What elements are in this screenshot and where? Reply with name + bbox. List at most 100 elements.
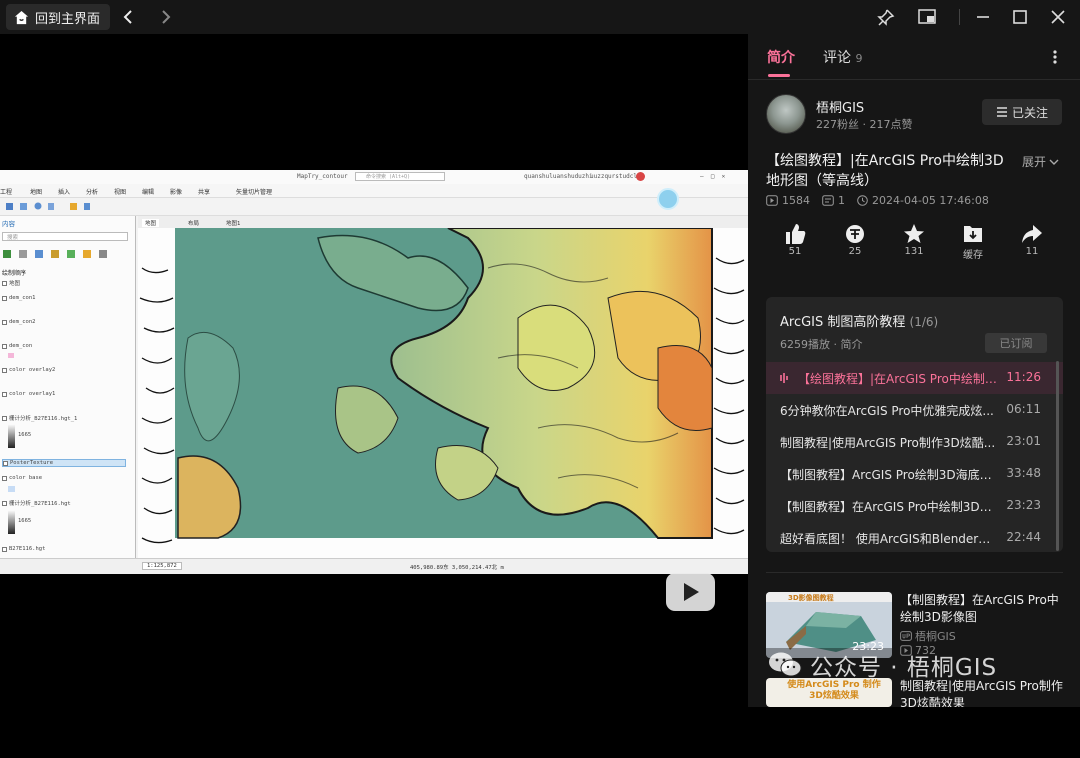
- minimize-icon: [977, 16, 989, 18]
- layer-row: 栅计分析_B27E116.hgt: [2, 499, 71, 507]
- collection-header[interactable]: ArcGIS 制图高阶教程 (1/6): [780, 311, 938, 330]
- chevron-right-icon: [162, 10, 171, 24]
- layer-checkbox: [2, 280, 7, 286]
- back-button[interactable]: [120, 3, 136, 30]
- layer-ramp: [8, 424, 15, 448]
- terrain-map-image: [138, 228, 748, 558]
- more-vertical-icon: [1053, 50, 1057, 64]
- tab-intro[interactable]: 简介: [767, 47, 795, 67]
- arcgis-user: quanshuluanshuduzhi: [524, 173, 593, 180]
- arcgis-status-bar: 1:125,872 405,980.89东 3,050,214.47北 m: [0, 558, 748, 574]
- layer-name: dem_con: [9, 343, 33, 349]
- layer-checkbox: [2, 367, 7, 373]
- clock-icon: [857, 195, 868, 206]
- map-tab: 地图1: [226, 221, 241, 227]
- home-button[interactable]: 回到主界面: [6, 4, 111, 30]
- wechat-icon: [769, 652, 802, 677]
- picture-in-picture-icon: [918, 9, 936, 24]
- layer-name: 栅计分析_B27E116.hgt: [9, 501, 71, 507]
- thumbs-up-icon: [786, 224, 806, 244]
- share-button[interactable]: 11: [1012, 222, 1052, 257]
- episode-title: 【绘图教程】|在ArcGIS Pro中绘制3...: [798, 372, 1002, 386]
- subscribe-button[interactable]: 已订阅: [985, 333, 1047, 353]
- play-icon: [683, 583, 699, 601]
- recommended-author-row: 梧桐GIS: [900, 628, 956, 644]
- layer-name: color overlay1: [9, 391, 56, 397]
- layer-checkbox: [2, 343, 7, 349]
- list-icon: [996, 107, 1007, 117]
- tab-comments[interactable]: 评论 9: [823, 47, 862, 67]
- arcgis-toolbar: [0, 188, 748, 216]
- episode-title: 【制图教程】ArcGIS Pro绘制3D海底地...: [780, 468, 1002, 482]
- coin-button[interactable]: 25: [835, 222, 875, 257]
- arcgis-cursor-indicator: [657, 188, 679, 210]
- recommended-thumbnail: 使用ArcGIS Pro 制作3D炫酷效果: [766, 678, 892, 707]
- layer-checkbox: [2, 500, 7, 506]
- arcgis-menu-item: 插入: [58, 189, 71, 196]
- share-icon: [1022, 225, 1042, 243]
- episode-item[interactable]: 【制图教程】ArcGIS Pro绘制3D海底地... 33:48: [766, 458, 1063, 490]
- arcgis-menu-item: 视图: [114, 189, 127, 196]
- video-meta: 1584 1 2024-04-05 17:46:08: [766, 194, 989, 207]
- arcgis-window-title: MapTry_contour: [297, 173, 348, 180]
- episode-duration: 23:23: [1006, 498, 1041, 512]
- mini-player-button[interactable]: [914, 4, 940, 30]
- author-name[interactable]: 梧桐GIS: [816, 97, 864, 116]
- minimize-button[interactable]: [970, 4, 996, 30]
- follow-label: 已关注: [1011, 105, 1048, 120]
- home-icon: [14, 10, 29, 24]
- layer-checkbox: [2, 295, 7, 301]
- video-info-panel: 简介 评论 9 梧桐GIS 227粉丝 · 217点赞 已关注 【绘图教程】|在…: [748, 34, 1080, 707]
- arcgis-title-bar: MapTry_contour 命令搜索 (Alt+Q) quanshuluans…: [0, 170, 748, 184]
- chevron-left-icon: [123, 10, 132, 24]
- contents-tool-icons: [3, 250, 107, 258]
- cache-label: 缓存: [963, 250, 983, 261]
- expand-button[interactable]: 展开: [1022, 153, 1059, 170]
- title-divider: [959, 9, 960, 25]
- layer-checkbox: [2, 415, 7, 421]
- episode-title: 制图教程|使用ArcGIS Pro制作3D炫酷...: [780, 436, 996, 450]
- expand-label: 展开: [1022, 155, 1047, 169]
- layer-name: color base: [9, 475, 43, 481]
- episode-item[interactable]: 6分钟教你在ArcGIS Pro中优雅完成炫... 06:11: [766, 394, 1063, 426]
- more-button[interactable]: [1048, 48, 1062, 70]
- favorite-button[interactable]: 131: [894, 222, 934, 257]
- episode-item[interactable]: 超好看底图！ 使用ArcGIS和Blender制作 22:44: [766, 522, 1063, 552]
- layer-name: PosterTexture: [10, 460, 54, 466]
- danmaku-icon: [822, 195, 834, 206]
- follow-button[interactable]: 已关注: [982, 99, 1062, 125]
- arcgis-org: uuzzqurstudcl: [590, 173, 637, 180]
- author-avatar[interactable]: [766, 94, 806, 134]
- episode-item[interactable]: 制图教程|使用ArcGIS Pro制作3D炫酷... 23:01: [766, 426, 1063, 458]
- play-button[interactable]: [666, 573, 715, 611]
- recommended-author: 梧桐GIS: [915, 630, 956, 643]
- layer-row: color overlay2: [2, 367, 55, 373]
- like-button[interactable]: 51: [775, 222, 815, 257]
- arcgis-window-controls: — □ ✕: [700, 173, 726, 180]
- episode-title: 【制图教程】在ArcGIS Pro中绘制3D影...: [780, 500, 1002, 514]
- forward-button[interactable]: [158, 3, 174, 30]
- layer-row: color overlay1: [2, 391, 55, 397]
- contents-search: 搜索: [2, 232, 128, 241]
- cache-button[interactable]: 缓存: [953, 222, 993, 261]
- pin-button[interactable]: [873, 4, 899, 30]
- episode-item[interactable]: 【制图教程】在ArcGIS Pro中绘制3D影... 23:23: [766, 490, 1063, 522]
- play-count-icon: [766, 195, 778, 206]
- arcgis-command-search: 命令搜索 (Alt+Q): [355, 172, 445, 181]
- watermark-text: 公众号 · 梧桐GIS: [810, 655, 998, 681]
- layer-checkbox: [3, 460, 8, 466]
- episode-scrollbar[interactable]: [1056, 361, 1059, 551]
- comment-count: 9: [855, 52, 863, 65]
- layer-name: dem_con1: [9, 295, 36, 301]
- arcgis-menu-item: 影像: [170, 189, 183, 196]
- maximize-button[interactable]: [1007, 4, 1033, 30]
- layer-name: dem_con2: [9, 319, 36, 325]
- thumbnail-caption: 3D影像图教程: [788, 594, 834, 602]
- episode-item[interactable]: 【绘图教程】|在ArcGIS Pro中绘制3... 11:26: [766, 362, 1063, 394]
- thumbnail-caption: 使用ArcGIS Pro 制作3D炫酷效果: [787, 680, 881, 701]
- arcgis-menu-item: 工程: [0, 189, 13, 196]
- recommended-video[interactable]: 使用ArcGIS Pro 制作3D炫酷效果 制图教程|使用ArcGIS Pro制…: [766, 678, 1063, 758]
- close-button[interactable]: [1045, 4, 1071, 30]
- layer-row: 地图: [2, 279, 20, 287]
- arcgis-menu-item: 共享: [198, 189, 211, 196]
